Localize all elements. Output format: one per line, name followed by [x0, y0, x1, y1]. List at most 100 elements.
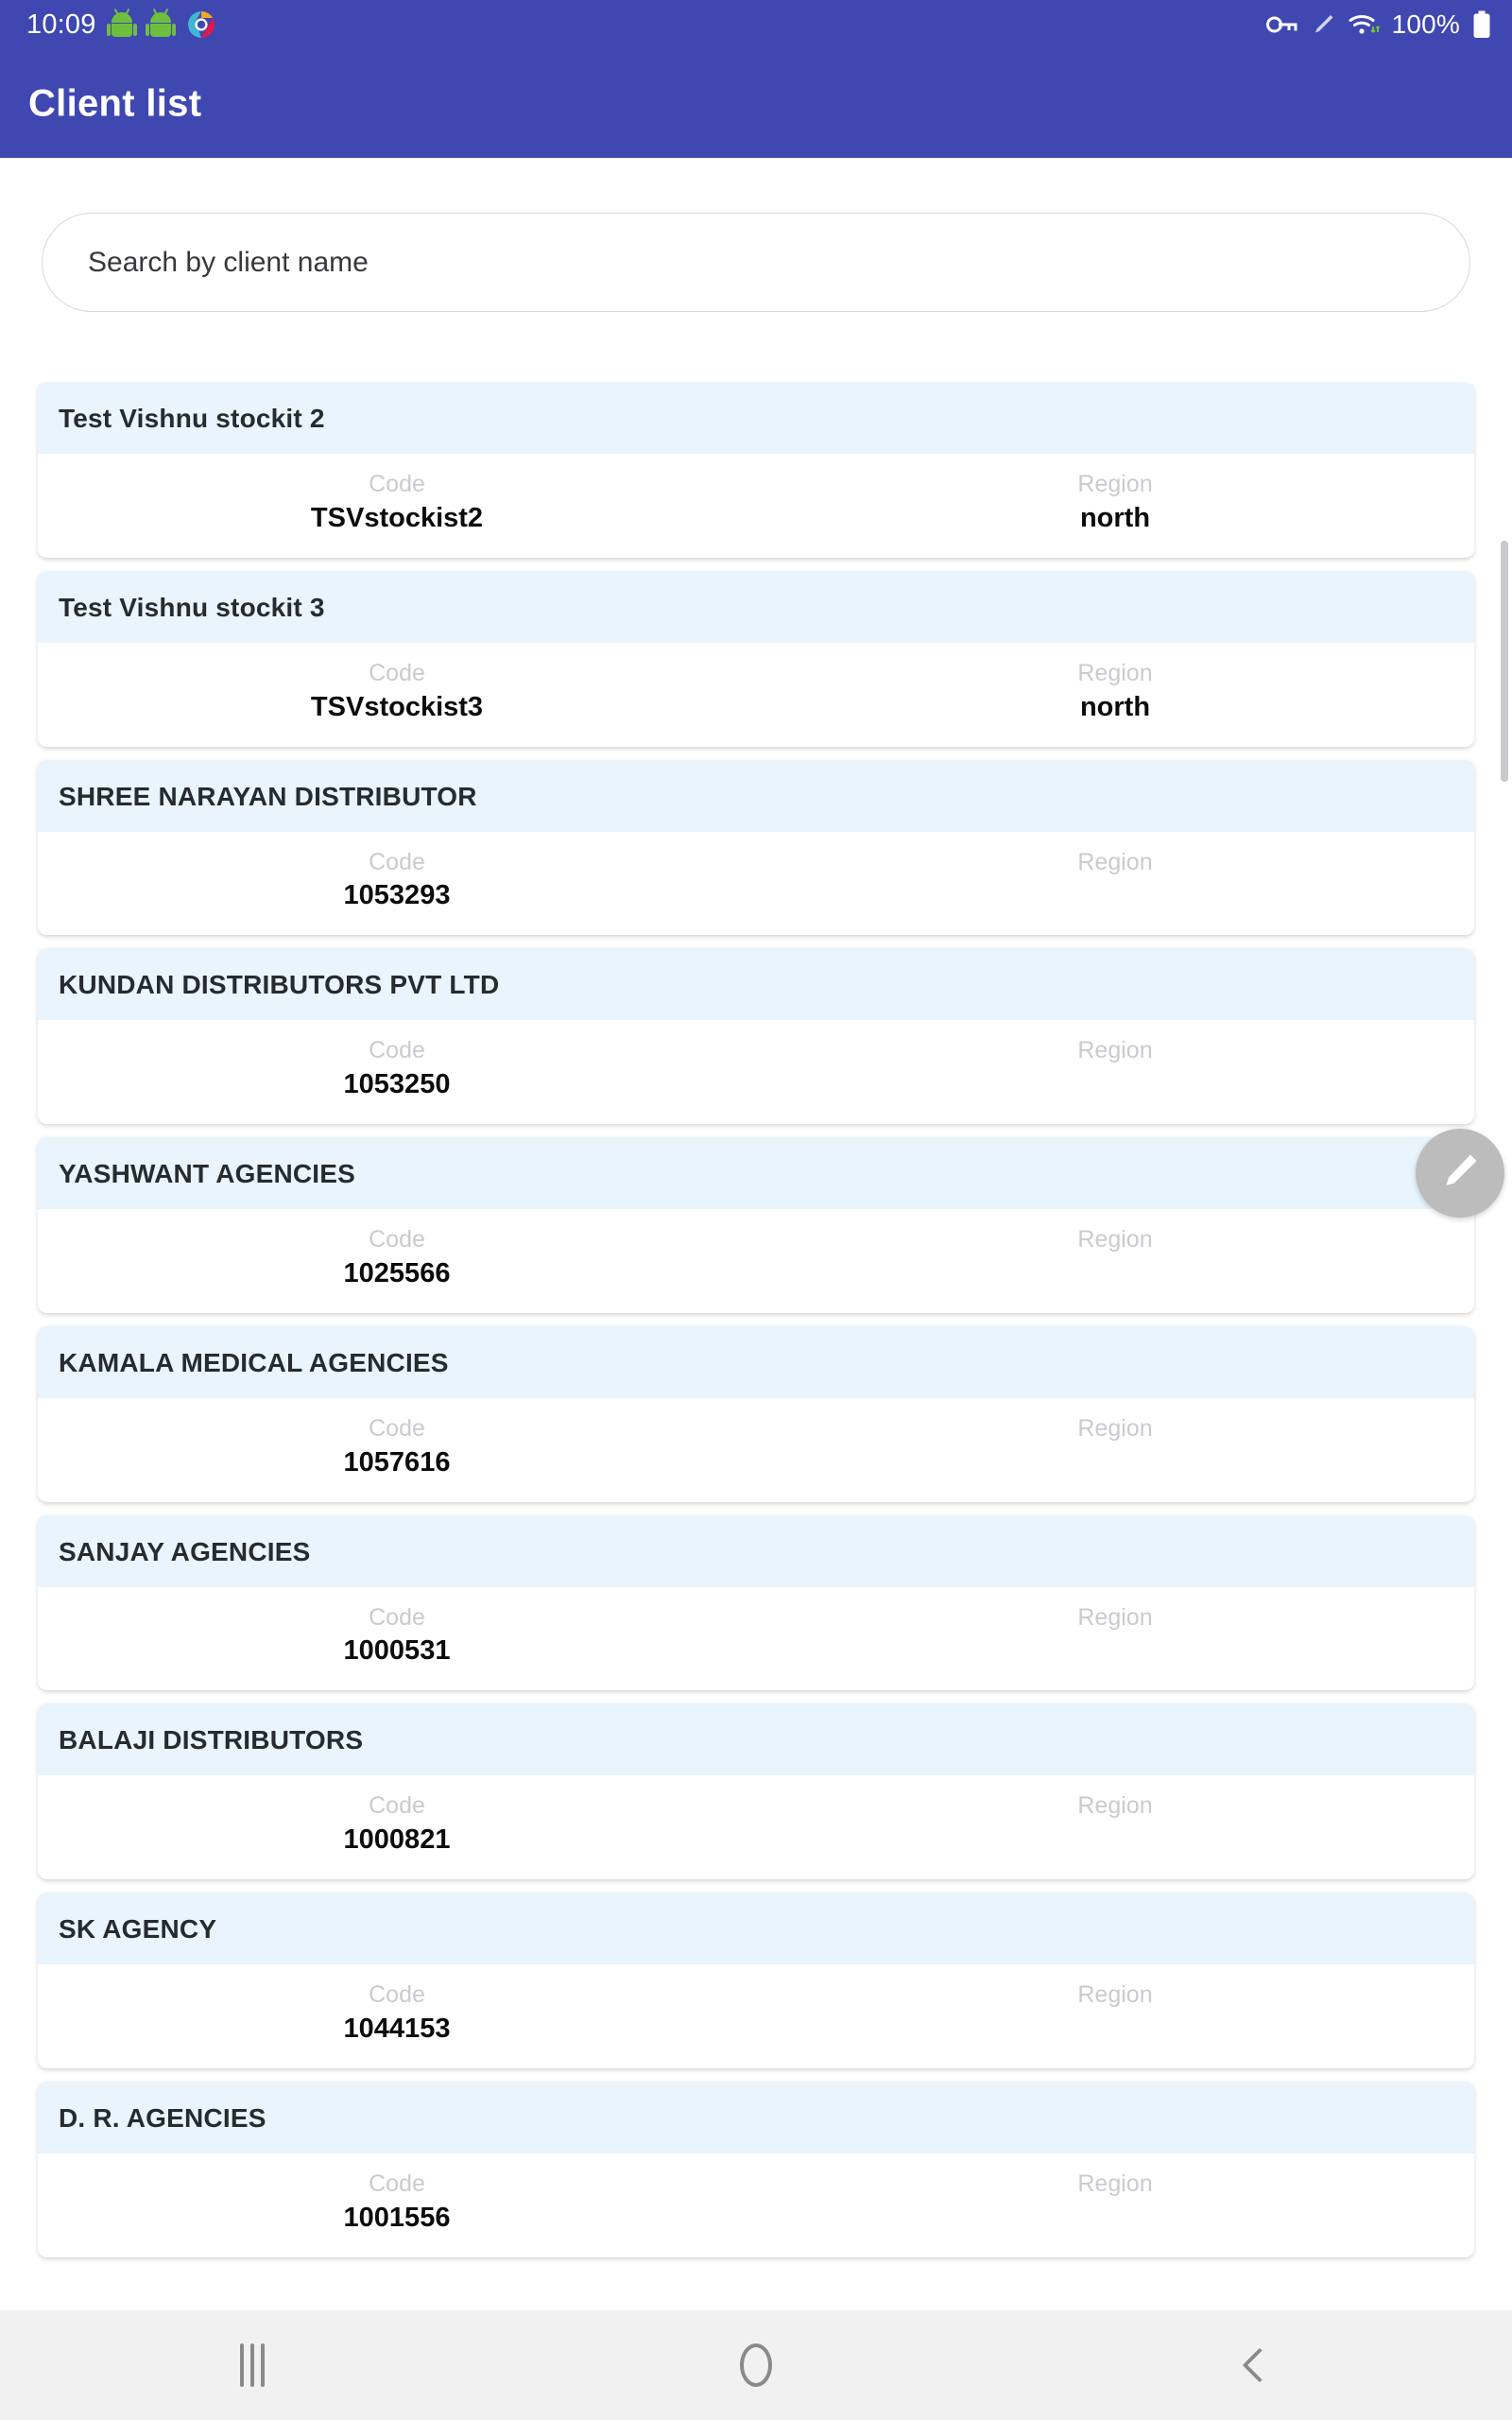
- client-card[interactable]: BALAJI DISTRIBUTORS Code 1000821 Region: [38, 1703, 1474, 1879]
- code-value: 1001556: [343, 2202, 451, 2233]
- client-card-body: Code 1053250 Region: [38, 1020, 1474, 1124]
- client-card-header: SK AGENCY: [38, 1893, 1474, 1964]
- client-card[interactable]: YASHWANT AGENCIES Code 1025566 Region: [38, 1137, 1474, 1313]
- client-region-cell: Region: [756, 2169, 1474, 2237]
- vertical-scrollbar[interactable]: [1501, 541, 1508, 782]
- client-name: Test Vishnu stockit 3: [59, 592, 325, 622]
- client-card[interactable]: KAMALA MEDICAL AGENCIES Code 1057616 Region: [38, 1325, 1474, 1502]
- nav-recents-button[interactable]: [0, 2310, 504, 2420]
- client-name: SANJAY AGENCIES: [59, 1536, 311, 1566]
- code-value: TSVstockist2: [310, 502, 484, 533]
- client-code-cell: Code 1025566: [38, 1224, 756, 1292]
- client-list[interactable]: Test Vishnu stockit 2 Code TSVstockist2 Reg…: [0, 382, 1512, 2312]
- region-label: Region: [1077, 1414, 1153, 1442]
- code-label: Code: [369, 1414, 425, 1442]
- code-value: 1053250: [343, 1069, 451, 1099]
- client-card-body: Code 1001556 Region: [38, 2152, 1474, 2257]
- region-label: Region: [1077, 659, 1153, 686]
- recents-icon: [239, 2343, 265, 2387]
- code-label: Code: [369, 1981, 425, 2008]
- region-label: Region: [1077, 1037, 1153, 1064]
- client-card[interactable]: KUNDAN DISTRIBUTORS PVT LTD Code 1053250 Re…: [38, 948, 1474, 1124]
- edit-pencil-icon: [1435, 1147, 1485, 1201]
- client-card-header: D. R. AGENCIES: [38, 2081, 1474, 2153]
- client-card-header: BALAJI DISTRIBUTORS: [38, 1703, 1474, 1776]
- client-card-header: Test Vishnu stockit 3: [38, 570, 1474, 643]
- client-card-header: Test Vishnu stockit 2: [38, 382, 1474, 454]
- client-region-cell: Region: [756, 1413, 1474, 1481]
- region-label: Region: [1077, 848, 1153, 875]
- search-input[interactable]: [88, 246, 1424, 279]
- android-robot-icon: [145, 8, 176, 39]
- client-card-header: SHREE NARAYAN DISTRIBUTOR: [38, 759, 1474, 832]
- client-card-body: Code 1000531 Region: [38, 1586, 1474, 1691]
- page-title: Client list: [28, 82, 202, 124]
- code-value: 1053293: [343, 880, 451, 911]
- client-region-cell: Region: [756, 1979, 1474, 2048]
- client-region-cell: Region: [756, 1224, 1474, 1292]
- client-region-cell: Region: [756, 847, 1474, 915]
- client-code-cell: Code 1001556: [38, 2169, 756, 2237]
- client-name: SK AGENCY: [59, 1914, 217, 1944]
- client-card[interactable]: SHREE NARAYAN DISTRIBUTOR Code 1053293 Regi…: [38, 759, 1474, 936]
- client-region-cell: Region: [756, 1602, 1474, 1670]
- battery-percent-label: 100%: [1391, 9, 1460, 39]
- client-code-cell: Code 1000821: [38, 1790, 756, 1858]
- battery-full-icon: [1472, 10, 1491, 39]
- client-card-header: KAMALA MEDICAL AGENCIES: [38, 1325, 1474, 1398]
- nav-back-button[interactable]: [1008, 2310, 1512, 2420]
- region-label: Region: [1077, 2169, 1153, 2197]
- app-bar: Client list: [0, 49, 1512, 158]
- client-name: D. R. AGENCIES: [59, 2102, 266, 2133]
- client-card[interactable]: SANJAY AGENCIES Code 1000531 Region: [38, 1514, 1474, 1691]
- code-label: Code: [369, 1037, 425, 1064]
- client-card[interactable]: Test Vishnu stockit 3 Code TSVstockist3 Reg…: [38, 570, 1474, 747]
- app-screen: 10:09 100% Client list Search by client …: [0, 0, 1512, 2420]
- client-code-cell: Code 1053250: [38, 1035, 756, 1103]
- client-card-body: Code TSVstockist3 Region north: [38, 642, 1474, 747]
- code-value: 1000821: [343, 1824, 451, 1855]
- search-box[interactable]: [42, 213, 1470, 312]
- client-card[interactable]: SK AGENCY Code 1044153 Region: [38, 1893, 1474, 2068]
- region-label: Region: [1077, 471, 1153, 497]
- client-code-cell: Code 1044153: [38, 1979, 756, 2048]
- client-region-cell: Region: [756, 1035, 1474, 1103]
- client-card-header: SANJAY AGENCIES: [38, 1514, 1474, 1587]
- client-code-cell: Code TSVstockist3: [38, 658, 756, 726]
- code-value: 1025566: [343, 1257, 451, 1288]
- wifi-icon: [1348, 12, 1380, 37]
- code-value: TSVstockist3: [310, 691, 484, 722]
- client-card-body: Code TSVstockist2 Region north: [38, 454, 1474, 558]
- client-code-cell: Code 1057616: [38, 1413, 756, 1481]
- code-value: 1000531: [343, 1635, 451, 1667]
- status-bar: 10:09 100%: [0, 0, 1512, 49]
- code-value: 1044153: [343, 2013, 451, 2044]
- client-name: YASHWANT AGENCIES: [59, 1159, 356, 1188]
- client-card[interactable]: D. R. AGENCIES Code 1001556 Region: [38, 2081, 1474, 2257]
- client-code-cell: Code 1000531: [38, 1602, 756, 1670]
- client-card-body: Code 1044153 Region: [38, 1964, 1474, 2068]
- nav-home-button[interactable]: [504, 2310, 1007, 2420]
- back-chevron-icon: [1242, 2347, 1278, 2383]
- region-value: north: [1079, 691, 1151, 722]
- client-card-body: Code 1053293 Region: [38, 831, 1474, 936]
- code-label: Code: [369, 1226, 425, 1253]
- client-name: KUNDAN DISTRIBUTORS PVT LTD: [59, 970, 500, 1000]
- client-card[interactable]: Test Vishnu stockit 2 Code TSVstockist2 Reg…: [38, 382, 1474, 558]
- code-label: Code: [369, 1792, 425, 1820]
- search-section: [0, 213, 1512, 312]
- code-label: Code: [369, 1603, 425, 1631]
- status-bar-clock: 10:09: [26, 9, 96, 40]
- status-bar-right: 100%: [1265, 9, 1491, 39]
- client-name: BALAJI DISTRIBUTORS: [59, 1725, 364, 1755]
- vpn-key-icon: [1265, 13, 1298, 36]
- status-bar-left: 10:09: [26, 8, 216, 40]
- code-label: Code: [369, 2169, 425, 2197]
- region-label: Region: [1077, 1603, 1153, 1631]
- code-value: 1057616: [343, 1446, 451, 1478]
- edit-fab-button[interactable]: [1416, 1129, 1504, 1218]
- code-label: Code: [369, 659, 425, 686]
- stylus-pen-icon: [1311, 12, 1335, 37]
- client-code-cell: Code 1053293: [38, 847, 756, 915]
- region-label: Region: [1077, 1792, 1153, 1820]
